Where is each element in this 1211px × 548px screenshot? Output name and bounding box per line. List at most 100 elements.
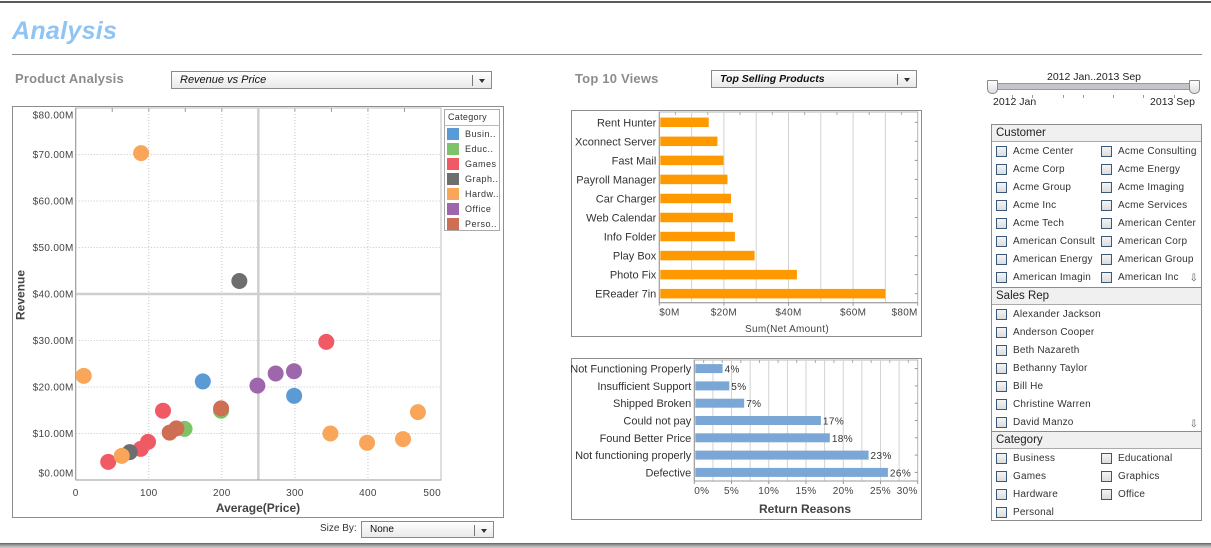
checkbox[interactable]	[1101, 163, 1112, 175]
data-point-games[interactable]	[318, 333, 335, 350]
checkbox[interactable]	[1101, 199, 1112, 211]
data-point-hardware[interactable]	[359, 434, 376, 451]
bar[interactable]	[660, 155, 724, 166]
bar[interactable]	[695, 398, 745, 408]
filter-option[interactable]: American Center	[1097, 214, 1202, 232]
bar[interactable]	[695, 450, 869, 460]
data-point-office[interactable]	[286, 363, 303, 380]
slider-start-handle[interactable]	[987, 80, 998, 94]
filter-option[interactable]: American Consult	[992, 232, 1097, 250]
filter-option[interactable]: Acme Corp	[992, 160, 1097, 178]
filter-option[interactable]: American Energy	[992, 250, 1097, 268]
filter-option[interactable]: American Group	[1097, 250, 1202, 268]
chevron-down-icon[interactable]	[479, 79, 485, 83]
filter-option[interactable]: Bethanny Taylor	[992, 359, 1201, 377]
chevron-down-icon[interactable]	[904, 78, 910, 82]
checkbox[interactable]	[996, 199, 1007, 211]
scroll-down-icon[interactable]: ⇩	[1190, 419, 1198, 430]
data-point-business[interactable]	[286, 387, 303, 404]
filter-option[interactable]: Beth Nazareth	[992, 341, 1201, 359]
filter-option[interactable]: Acme Services	[1097, 196, 1202, 214]
legend-entry[interactable]: Educ..	[445, 141, 499, 156]
filter-option[interactable]: Acme Center	[992, 142, 1097, 160]
bar[interactable]	[660, 250, 755, 261]
data-point-hardware[interactable]	[395, 431, 412, 448]
bar[interactable]	[660, 117, 709, 128]
filter-option[interactable]: Acme Energy	[1097, 160, 1202, 178]
legend-entry[interactable]: Busin..	[445, 126, 499, 141]
bar[interactable]	[660, 212, 733, 223]
filter-option[interactable]: Business	[992, 449, 1097, 467]
filter-option[interactable]: Acme Inc	[992, 196, 1097, 214]
checkbox[interactable]	[996, 344, 1007, 356]
data-point-office[interactable]	[267, 365, 284, 382]
bar[interactable]	[660, 269, 797, 280]
bar[interactable]	[695, 467, 888, 477]
checkbox[interactable]	[996, 416, 1007, 428]
filter-option[interactable]: Hardware	[992, 485, 1097, 503]
bar[interactable]	[695, 433, 830, 443]
checkbox[interactable]	[996, 362, 1007, 374]
data-point-games[interactable]	[155, 402, 172, 419]
checkbox[interactable]	[996, 326, 1007, 338]
checkbox[interactable]	[1101, 181, 1112, 193]
filter-option[interactable]: Personal	[992, 503, 1097, 521]
checkbox[interactable]	[996, 235, 1007, 247]
checkbox[interactable]	[996, 181, 1007, 193]
checkbox[interactable]	[996, 506, 1007, 518]
filter-option[interactable]: Educational	[1097, 449, 1202, 467]
filter-option[interactable]: Acme Imaging	[1097, 178, 1202, 196]
checkbox[interactable]	[996, 271, 1007, 283]
bar[interactable]	[660, 174, 728, 185]
filter-option[interactable]: Acme Group	[992, 178, 1097, 196]
data-point-personal[interactable]	[213, 400, 230, 417]
product-view-select[interactable]: Revenue vs Price	[171, 71, 492, 89]
bar[interactable]	[660, 288, 886, 299]
filter-option[interactable]: Bill He	[992, 377, 1201, 395]
checkbox[interactable]	[1101, 217, 1112, 229]
checkbox[interactable]	[1101, 488, 1112, 500]
data-point-hardware[interactable]	[322, 425, 339, 442]
filter-option[interactable]: American Corp	[1097, 232, 1202, 250]
filter-option[interactable]: Christine Warren	[992, 395, 1201, 413]
top-products-chart[interactable]: $0M $20M $40M $60M $80M Rent Hunter Xconnect S…	[572, 111, 921, 336]
filter-option[interactable]: Graphics	[1097, 467, 1202, 485]
checkbox[interactable]	[1101, 470, 1112, 482]
checkbox[interactable]	[1101, 452, 1112, 464]
data-point-graphics[interactable]	[231, 272, 248, 289]
return-reasons-chart[interactable]: 0% 5% 10% 15% 20% 25% 30% Not Functioning Prope…	[570, 359, 921, 519]
checkbox[interactable]	[996, 488, 1007, 500]
data-point-business[interactable]	[194, 373, 211, 390]
checkbox[interactable]	[1101, 235, 1112, 247]
checkbox[interactable]	[996, 253, 1007, 265]
bar[interactable]	[695, 381, 730, 391]
data-point-hardware[interactable]	[133, 145, 150, 162]
data-point-hardware[interactable]	[409, 404, 426, 421]
checkbox[interactable]	[996, 217, 1007, 229]
checkbox[interactable]	[996, 452, 1007, 464]
chevron-down-icon[interactable]	[481, 529, 487, 533]
checkbox[interactable]	[996, 470, 1007, 482]
checkbox[interactable]	[996, 398, 1007, 410]
checkbox[interactable]	[996, 308, 1007, 320]
bar[interactable]	[695, 364, 723, 374]
checkbox[interactable]	[1101, 253, 1112, 265]
bar[interactable]	[660, 136, 718, 147]
checkbox[interactable]	[996, 380, 1007, 392]
data-point-office[interactable]	[249, 377, 266, 394]
filter-option[interactable]: Acme Consulting	[1097, 142, 1202, 160]
scroll-down-icon[interactable]: ⇩	[1190, 273, 1198, 284]
filter-option[interactable]: Anderson Cooper	[992, 323, 1201, 341]
checkbox[interactable]	[996, 163, 1007, 175]
data-point-hardware[interactable]	[75, 367, 92, 384]
filter-option[interactable]: American Imagin	[992, 268, 1097, 286]
filter-option[interactable]: Office	[1097, 485, 1202, 503]
filter-option[interactable]: Alexander Jackson	[992, 305, 1201, 323]
top-views-select[interactable]: Top Selling Products	[711, 70, 917, 88]
size-by-select[interactable]: None	[361, 521, 494, 538]
legend-entry[interactable]: Graph..	[445, 171, 499, 186]
bar[interactable]	[660, 193, 732, 204]
legend-entry[interactable]: Office	[445, 201, 499, 216]
filter-option[interactable]: Acme Tech	[992, 214, 1097, 232]
bar[interactable]	[695, 416, 821, 425]
